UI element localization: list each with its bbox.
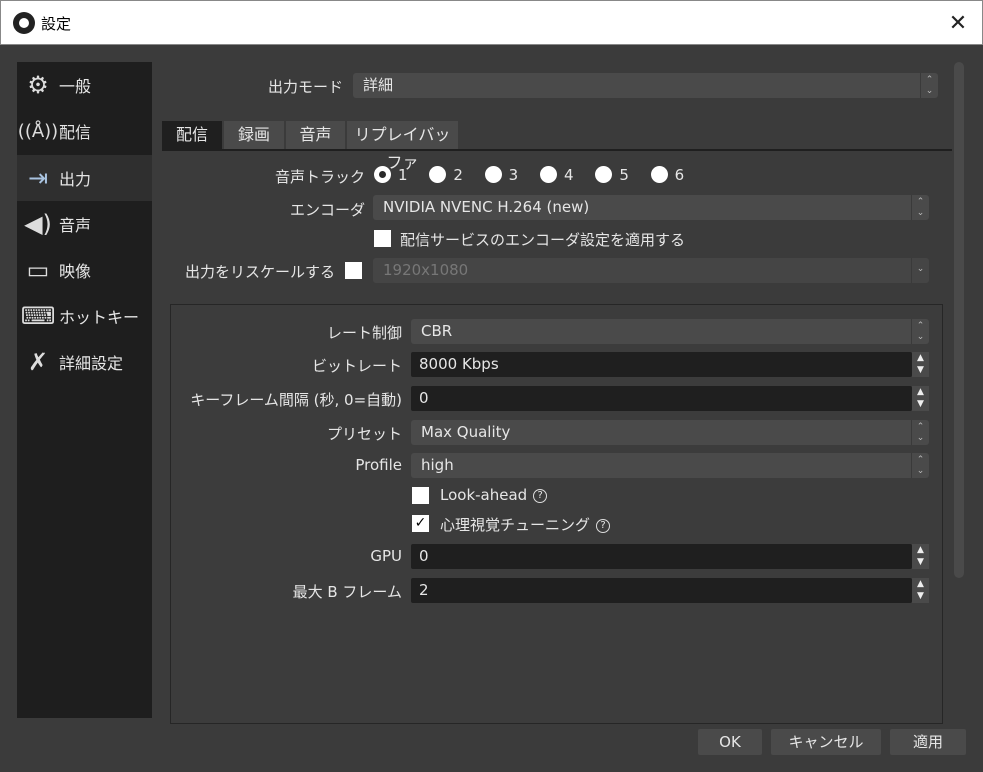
rescale-resolution-select[interactable]: 1920x1080 ⌄ [373,258,929,283]
audio-track-label: 音声トラック [274,168,365,186]
sidebar-item-hotkeys[interactable]: ⌨ ホットキー [17,293,152,339]
sidebar-item-label: 映像 [59,262,92,281]
sidebar-item-label: 詳細設定 [59,354,124,373]
lookahead-checkbox[interactable] [412,487,429,504]
radio-track-5[interactable] [595,166,613,183]
output-mode-label: 出力モード [267,78,343,96]
vertical-scrollbar[interactable] [954,62,964,578]
radio-label: 4 [563,165,574,184]
chevron-updown-icon: ⌃ ⌄ [911,420,929,445]
sidebar-item-label: 音声 [59,216,92,235]
ok-button[interactable]: OK [698,729,762,755]
output-monitor-icon: ⇥ [27,164,49,192]
tab-replay-buffer[interactable]: リプレイバッファ [347,121,458,172]
sidebar-item-advanced[interactable]: ✗ 詳細設定 [17,339,152,385]
radio-label: 1 [398,165,408,184]
window-title: 設定 [41,15,72,33]
psycho-visual-row: 心理視覚チューニング? [440,514,611,535]
bitrate-input[interactable]: 8000 Kbps [411,352,912,377]
output-mode-value: 詳細 [363,76,394,94]
gpu-stepper[interactable]: ▲ ▼ [912,544,929,569]
tab-stream[interactable]: 配信 [162,121,222,149]
lookahead-label: Look-ahead [440,486,528,504]
antenna-icon: ((Å)) [17,120,59,142]
encoder-label: エンコーダ [289,201,365,219]
apply-service-settings-checkbox[interactable] [374,230,391,247]
help-icon[interactable]: ? [533,488,548,503]
tab-audio[interactable]: 音声 [286,121,345,149]
profile-label: Profile [355,456,402,474]
tab-recording[interactable]: 録画 [224,121,284,149]
bitrate-label: ビットレート [311,357,402,375]
max-bframes-input[interactable]: 2 [411,578,912,603]
radio-track-6[interactable] [650,166,668,183]
chevron-down-icon: ⌄ [911,258,929,283]
sidebar-item-label: ホットキー [59,308,140,327]
preset-label: プリセット [326,425,402,443]
rate-control-label: レート制御 [326,324,402,342]
max-bframes-label: 最大 B フレーム [292,583,402,601]
gear-icon: ⚙ [27,71,49,99]
rescale-label: 出力をリスケールする [184,263,335,281]
radio-label: 2 [453,165,463,184]
max-bframes-stepper[interactable]: ▲ ▼ [912,578,929,603]
chevron-updown-icon: ⌃ ⌄ [911,195,929,220]
keyboard-icon: ⌨ [20,302,56,330]
chevron-updown-icon: ⌃ ⌄ [911,453,929,478]
encoder-select[interactable]: NVIDIA NVENC H.264 (new) ⌃ ⌄ [373,195,929,220]
rescale-value: 1920x1080 [383,261,469,279]
sidebar-item-label: 配信 [59,123,92,142]
chevron-updown-icon: ⌃ ⌄ [911,319,929,344]
chevron-updown-icon: ⌃ ⌄ [920,73,938,98]
radio-label: 3 [508,165,519,184]
speaker-icon: ◀) [24,210,52,238]
profile-value: high [421,456,454,474]
sidebar-item-video[interactable]: ▭ 映像 [17,247,152,293]
cancel-button[interactable]: キャンセル [771,729,881,755]
close-button[interactable]: ✕ [941,9,975,39]
rate-control-select[interactable]: CBR ⌃ ⌄ [411,319,929,344]
monitor-icon: ▭ [26,256,50,284]
profile-select[interactable]: high ⌃ ⌄ [411,453,929,478]
radio-label: 6 [674,165,685,184]
keyframe-interval-input[interactable]: 0 [411,386,912,411]
radio-track-3[interactable] [484,166,502,183]
settings-sidebar: ⚙ 一般 ((Å)) 配信 ⇥ 出力 ◀) 音声 ▭ 映像 ⌨ ホットキー ✗ 詳細設定 [17,62,152,718]
rate-control-value: CBR [421,322,453,340]
obs-logo-icon [13,12,35,34]
keyframe-interval-stepper[interactable]: ▲ ▼ [912,386,929,411]
sidebar-item-stream[interactable]: ((Å)) 配信 [17,108,152,154]
keyframe-interval-label: キーフレーム間隔 (秒, 0=自動) [190,391,402,409]
output-mode-select[interactable]: 詳細 ⌃ ⌄ [353,73,938,98]
help-icon[interactable]: ? [596,518,611,533]
lookahead-row: Look-ahead? [440,486,548,504]
preset-select[interactable]: Max Quality ⌃ ⌄ [411,420,929,445]
psycho-visual-tuning-checkbox[interactable]: ✓ [412,515,429,532]
preset-value: Max Quality [421,423,511,441]
sidebar-item-label: 出力 [59,170,92,189]
tools-icon: ✗ [27,348,49,376]
psycho-visual-tuning-label: 心理視覚チューニング [440,516,591,534]
radio-track-1[interactable] [374,166,391,183]
rescale-checkbox[interactable] [345,262,362,279]
radio-track-2[interactable] [429,166,447,183]
apply-button[interactable]: 適用 [890,729,966,755]
encoder-value: NVIDIA NVENC H.264 (new) [383,198,590,216]
sidebar-item-output[interactable]: ⇥ 出力 [17,155,152,201]
gpu-input[interactable]: 0 [411,544,912,569]
sidebar-item-audio[interactable]: ◀) 音声 [17,201,152,247]
title-bar: 設定 ✕ [0,0,983,45]
tab-divider [162,149,952,151]
sidebar-item-label: 一般 [59,77,92,96]
audio-track-radio-group: 1 2 3 4 5 6 [374,165,701,184]
sidebar-item-general[interactable]: ⚙ 一般 [17,62,152,108]
radio-track-4[interactable] [539,166,557,183]
apply-service-settings-label: 配信サービスのエンコーダ設定を適用する [400,231,686,249]
radio-label: 5 [619,165,629,184]
bitrate-stepper[interactable]: ▲ ▼ [912,352,929,377]
gpu-label: GPU [370,547,402,565]
